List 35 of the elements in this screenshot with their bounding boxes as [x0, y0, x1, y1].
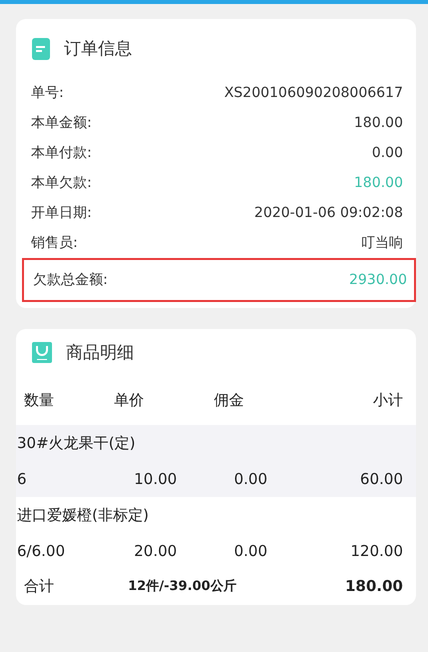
table-cell-text: 60.00: [359, 470, 403, 488]
field-label: 单号:: [31, 84, 64, 102]
field-value: 180.00: [354, 115, 403, 131]
table-cell-text: 6: [17, 470, 28, 488]
field-value: 2930.00: [349, 272, 407, 288]
field-label: 欠款总金额:: [33, 271, 108, 289]
table-cell-text: 120.00: [350, 542, 403, 560]
table-cell-text: 0.00: [233, 542, 268, 560]
clipboard-icon: [32, 38, 50, 60]
shopping-bag-icon: [32, 342, 52, 362]
field-value: 2020-01-06 09:02:08: [254, 205, 403, 221]
field-value: XS200106090208006617: [224, 85, 403, 101]
product-name: 进口爱媛橙(非标定): [17, 506, 149, 524]
field-label: 本单欠款:: [31, 174, 92, 192]
field-label: 销售员:: [31, 234, 78, 252]
field-value: 叮当响: [361, 234, 403, 252]
total-label: 合计: [23, 576, 55, 596]
column-header: 小计: [372, 390, 403, 410]
field-value: 0.00: [372, 145, 403, 161]
table-cell-text: 0.00: [233, 470, 268, 488]
total-quantity: 12件/-39.00公斤: [127, 578, 238, 595]
field-value: 180.00: [354, 175, 403, 191]
product-name: 30#火龙果干(定): [17, 434, 136, 452]
field-label: 本单付款:: [31, 144, 92, 162]
table-cell-text: 6/6.00: [17, 542, 66, 560]
total-amount: 180.00: [344, 577, 403, 595]
card-title: 商品明细: [66, 342, 134, 364]
card-title: 订单信息: [64, 38, 132, 60]
field-label: 本单金额:: [31, 114, 92, 132]
column-header: 单价: [114, 390, 145, 410]
table-cell-text: 10.00: [133, 470, 178, 488]
column-header: 佣金: [214, 390, 245, 410]
field-label: 开单日期:: [31, 204, 92, 222]
column-header: 数量: [23, 390, 55, 410]
table-cell-text: 20.00: [133, 542, 178, 560]
